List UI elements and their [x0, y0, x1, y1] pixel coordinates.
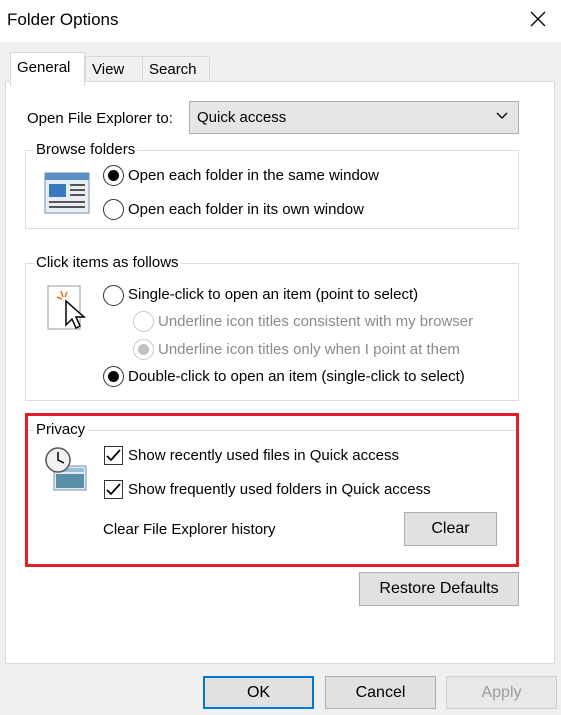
window-title: Folder Options: [7, 10, 119, 29]
close-button[interactable]: [515, 0, 561, 38]
tab-view[interactable]: View: [85, 56, 143, 82]
restore-defaults-button[interactable]: Restore Defaults: [359, 572, 519, 606]
underline-point-radio[interactable]: [133, 339, 154, 360]
cancel-button[interactable]: Cancel: [325, 676, 436, 709]
chevron-down-icon: [496, 112, 508, 119]
ok-button[interactable]: OK: [203, 676, 314, 709]
apply-label: Apply: [481, 683, 522, 701]
browse-folders-title: Browse folders: [34, 141, 138, 158]
cancel-label: Cancel: [355, 683, 406, 701]
cursor-click-icon: [47, 285, 86, 330]
own-window-radio[interactable]: [103, 199, 124, 220]
close-icon: [530, 11, 546, 27]
underline-point-label: Underline icon titles only when I point …: [158, 341, 460, 358]
same-window-label: Open each folder in the same window: [128, 167, 379, 184]
click-items-title: Click items as follows: [34, 254, 181, 271]
same-window-radio[interactable]: [103, 165, 124, 186]
ok-label: OK: [246, 683, 271, 701]
open-explorer-label: Open File Explorer to:: [27, 110, 173, 127]
single-click-label: Single-click to open an item (point to s…: [128, 286, 419, 303]
underline-browser-label: Underline icon titles consistent with my…: [158, 313, 474, 330]
tab-view-label: View: [92, 61, 125, 78]
tab-search-label: Search: [149, 61, 197, 78]
double-click-label: Double-click to open an item (single-cli…: [128, 368, 465, 385]
open-explorer-select[interactable]: Quick access: [189, 101, 519, 134]
title-bar: Folder Options: [0, 0, 561, 42]
apply-button[interactable]: Apply: [446, 676, 557, 709]
double-click-radio[interactable]: [103, 366, 124, 387]
underline-browser-radio[interactable]: [133, 311, 154, 332]
privacy-highlight-box: [25, 413, 519, 567]
single-click-radio[interactable]: [103, 285, 124, 306]
open-explorer-value: Quick access: [197, 109, 287, 126]
tab-general-label: General: [17, 59, 71, 76]
restore-defaults-label: Restore Defaults: [379, 580, 499, 597]
own-window-label: Open each folder in its own window: [128, 201, 364, 218]
tab-search[interactable]: Search: [142, 56, 210, 82]
tab-general[interactable]: General: [10, 52, 85, 86]
window-icon: [44, 172, 90, 214]
